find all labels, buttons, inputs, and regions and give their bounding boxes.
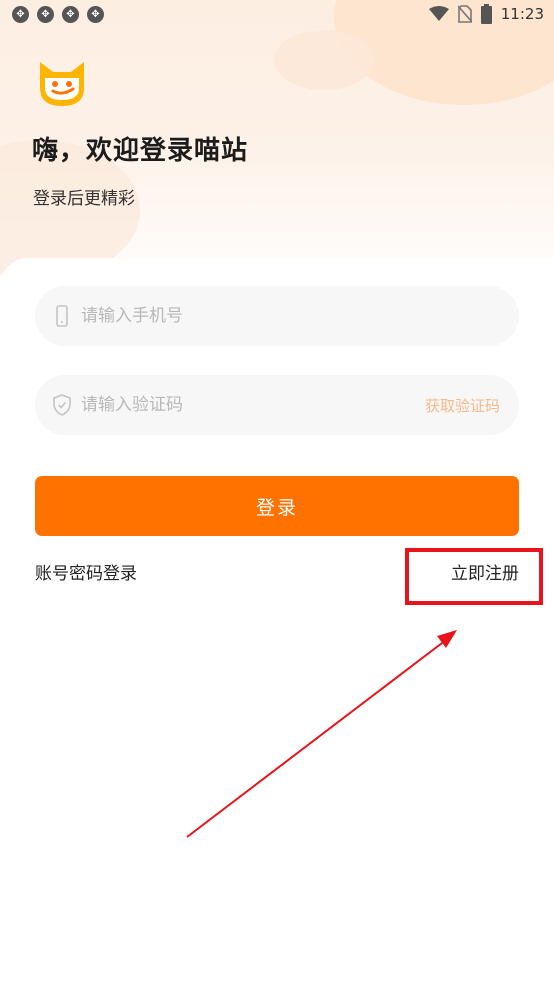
no-sim-icon	[457, 5, 472, 23]
status-icons: 11:23	[428, 4, 544, 24]
notification-icon: ✥	[12, 6, 29, 23]
verification-code-input[interactable]	[81, 375, 411, 435]
phone-icon	[56, 305, 68, 327]
notification-icon: ✥	[37, 6, 54, 23]
notification-icons: ✥ ✥ ✥ ✥	[12, 6, 104, 23]
shield-icon	[53, 394, 71, 416]
cat-logo-icon	[40, 62, 84, 106]
annotation-highlight-box	[405, 548, 543, 605]
welcome-subtitle: 登录后更精彩	[33, 189, 135, 209]
wifi-icon	[428, 6, 449, 21]
notification-icon: ✥	[87, 6, 104, 23]
get-code-button[interactable]: 获取验证码	[425, 395, 500, 416]
battery-icon	[480, 4, 492, 24]
decorative-blob	[274, 30, 374, 90]
content-card	[0, 258, 554, 986]
welcome-title: 嗨，欢迎登录喵站	[32, 136, 249, 166]
phone-input[interactable]	[81, 286, 411, 346]
verification-code-field[interactable]: 获取验证码	[35, 375, 519, 435]
phone-field[interactable]	[35, 286, 519, 346]
status-bar: ✥ ✥ ✥ ✥ 11:23	[0, 0, 554, 30]
notification-icon: ✥	[62, 6, 79, 23]
login-button[interactable]: 登录	[35, 476, 519, 536]
password-login-link[interactable]: 账号密码登录	[35, 559, 137, 584]
status-time: 11:23	[500, 5, 544, 23]
